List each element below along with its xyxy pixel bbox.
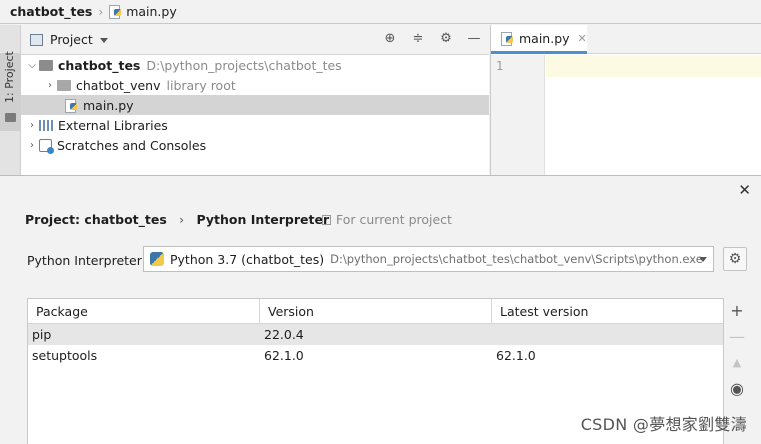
chevron-right-icon[interactable]: ›	[43, 80, 57, 91]
interpreter-label: Python Interpreter:	[27, 253, 146, 268]
tree-item-label: main.py	[83, 97, 134, 113]
minimize-icon[interactable]: —	[467, 32, 481, 46]
column-version[interactable]: Version	[260, 299, 492, 324]
tree-item-project-root[interactable]: ⌵ chatbot_tes D:\python_projects\chatbot…	[21, 55, 489, 75]
python-icon	[150, 252, 164, 266]
gear-icon[interactable]: ⚙	[439, 32, 453, 46]
tree-item-venv[interactable]: › chatbot_venv library root	[21, 75, 489, 95]
settings-dialog: ✕ Project: chatbot_tes › Python Interpre…	[0, 175, 761, 444]
tool-window-strip: 1: Project	[0, 25, 21, 175]
python-file-icon	[109, 5, 122, 19]
tree-item-hint: D:\python_projects\chatbot_tes	[146, 57, 342, 73]
tree-item-label: chatbot_tes	[58, 57, 141, 73]
tree-item-scratches[interactable]: › Scratches and Consoles	[21, 135, 489, 155]
package-name: setuptools	[32, 348, 98, 363]
tree-item-main-py[interactable]: main.py	[21, 95, 489, 115]
tree-item-hint: library root	[166, 77, 236, 93]
tab-label: main.py	[519, 30, 570, 46]
breadcrumb-separator: ›	[98, 4, 104, 19]
breadcrumb: Project: chatbot_tes › Python Interprete…	[25, 212, 329, 227]
interpreter-select[interactable]: Python 3.7 (chatbot_tes) D:\python_proje…	[143, 246, 714, 272]
python-file-icon	[501, 31, 514, 46]
navigation-bar: chatbot_tes › main.py	[0, 0, 761, 24]
line-gutter: 1	[491, 55, 545, 175]
package-name: pip	[32, 327, 52, 342]
package-version: 62.1.0	[264, 348, 304, 363]
tree-item-label: Scratches and Consoles	[57, 137, 207, 153]
locate-icon[interactable]: ⊕	[383, 32, 397, 46]
project-panel: Project ⊕ ≑ ⚙ — ⌵ chatbot_tes D:\python_…	[21, 25, 489, 175]
chevron-right-icon[interactable]: ›	[25, 120, 39, 131]
chevron-down-icon[interactable]: ⌵	[25, 60, 39, 71]
tree-item-label: chatbot_venv	[76, 77, 161, 93]
scope-note: For current project	[322, 212, 452, 227]
interpreter-settings-button[interactable]: ⚙	[723, 247, 747, 271]
scratches-icon	[39, 138, 54, 154]
table-header: Package Version Latest version	[28, 299, 723, 324]
library-icon	[39, 119, 53, 131]
package-version: 22.0.4	[264, 327, 304, 342]
close-icon[interactable]: ✕	[578, 32, 587, 45]
table-row[interactable]: pip 22.0.4	[28, 324, 723, 345]
column-package[interactable]: Package	[28, 299, 260, 324]
editor-area: main.py ✕ 1	[490, 25, 761, 175]
scope-label: For current project	[336, 212, 452, 227]
column-latest-version[interactable]: Latest version	[492, 299, 723, 324]
chevron-down-icon[interactable]	[699, 257, 707, 262]
interpreter-path: D:\python_projects\chatbot_tes\chatbot_v…	[330, 252, 703, 266]
line-number: 1	[496, 59, 504, 73]
collapse-all-icon[interactable]: ≑	[411, 32, 425, 46]
project-panel-header: Project ⊕ ≑ ⚙ —	[21, 25, 489, 55]
table-row[interactable]: setuptools 62.1.0 62.1.0	[28, 345, 723, 366]
breadcrumb-project[interactable]: chatbot_tes	[10, 4, 92, 19]
project-view-selector[interactable]: Project	[50, 32, 93, 47]
tab-main-py[interactable]: main.py ✕	[491, 25, 587, 54]
remove-icon[interactable]: —	[724, 324, 750, 350]
chevron-right-icon[interactable]: ›	[25, 140, 39, 151]
tree-item-label: External Libraries	[58, 117, 168, 133]
tree-item-external-libraries[interactable]: › External Libraries	[21, 115, 489, 135]
interpreter-name: Python 3.7 (chatbot_tes)	[170, 251, 325, 267]
eye-icon[interactable]: ◉	[724, 376, 750, 402]
python-file-icon	[65, 98, 78, 113]
document-icon	[322, 215, 331, 225]
add-icon[interactable]: +	[724, 298, 750, 324]
close-icon[interactable]: ✕	[738, 181, 751, 199]
project-view-icon	[30, 33, 43, 46]
project-tool-label[interactable]: 1: Project	[3, 43, 16, 103]
breadcrumb-separator: ›	[179, 212, 185, 227]
chevron-down-icon[interactable]	[99, 38, 108, 43]
breadcrumb-parent[interactable]: Project: chatbot_tes	[25, 212, 167, 227]
page-title: Python Interpreter	[196, 212, 330, 227]
gear-icon: ⚙	[728, 251, 742, 267]
upgrade-icon[interactable]: ▲	[724, 350, 750, 376]
folder-icon	[39, 59, 53, 71]
code-editor[interactable]	[546, 55, 761, 77]
watermark: CSDN @夢想家劉雙濤	[580, 415, 747, 434]
folder-icon	[57, 79, 71, 91]
breadcrumb-file[interactable]: main.py	[126, 4, 177, 19]
editor-tab-bar: main.py ✕	[491, 25, 761, 54]
folder-icon	[5, 113, 16, 122]
package-latest: 62.1.0	[496, 348, 536, 363]
